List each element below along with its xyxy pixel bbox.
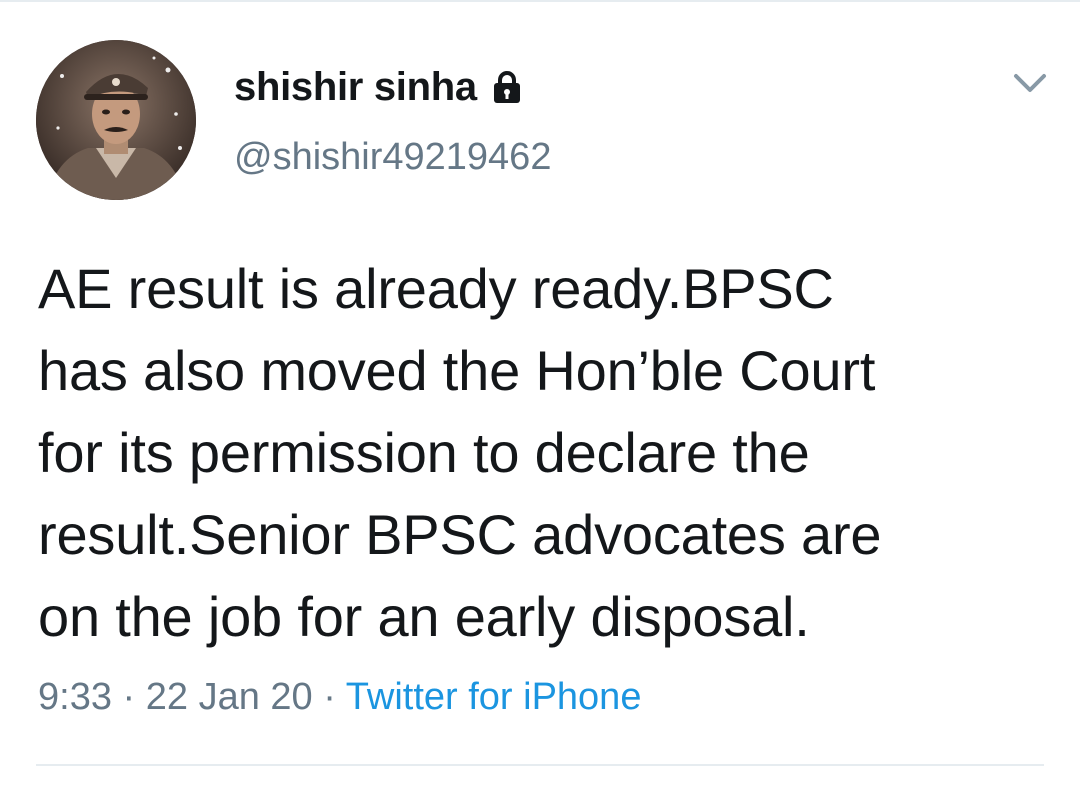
bottom-divider: [36, 764, 1044, 766]
meta-separator: ·: [323, 676, 336, 718]
tweet-source-link[interactable]: Twitter for iPhone: [346, 676, 642, 718]
author-handle[interactable]: @shishir49219462: [234, 136, 551, 179]
tweet-meta: 9:33 · 22 Jan 20 · Twitter for iPhone: [38, 676, 641, 719]
meta-separator: ·: [122, 676, 136, 718]
top-divider: [0, 0, 1080, 2]
tweet-time[interactable]: 9:33: [38, 676, 112, 718]
tweet-text-line: for its permission to declare the: [38, 421, 810, 484]
chevron-down-icon[interactable]: [1010, 70, 1050, 96]
tweet-text-line: AE result is already ready.BPSC: [38, 257, 834, 320]
tweet-text-line: has also moved the Hon’ble Court: [38, 339, 876, 402]
display-name[interactable]: shishir sinha: [234, 65, 477, 110]
tweet-date[interactable]: 22 Jan 20: [146, 676, 313, 718]
tweet-text-line: result.Senior BPSC advocates are: [38, 503, 882, 566]
author-name-row[interactable]: shishir sinha: [234, 64, 523, 110]
tweet-text-line: on the job for an early disposal.: [38, 585, 810, 648]
lock-icon: [491, 70, 523, 104]
tweet-text: AE result is already ready.BPSC has also…: [38, 248, 1058, 658]
avatar[interactable]: [36, 40, 196, 200]
